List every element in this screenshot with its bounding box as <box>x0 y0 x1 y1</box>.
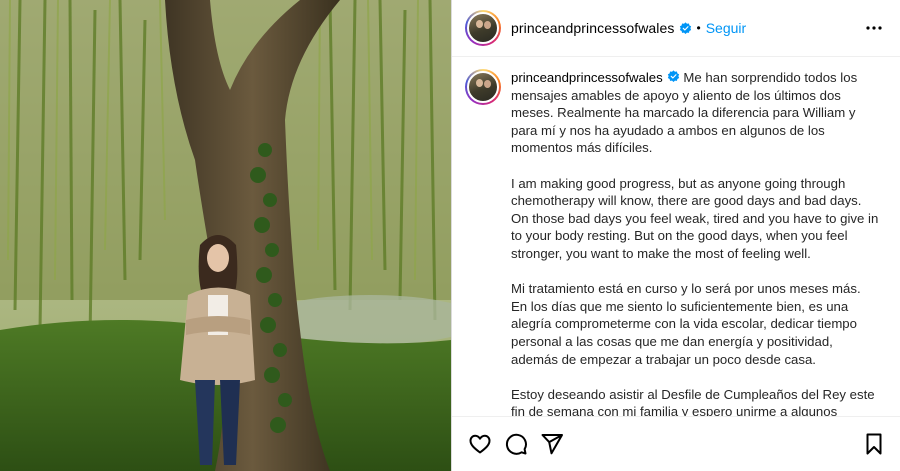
comment-icon[interactable] <box>504 432 528 456</box>
profile-avatar[interactable] <box>465 10 501 46</box>
heart-icon[interactable] <box>468 432 492 456</box>
avatar-image <box>467 12 499 44</box>
caption-paragraph: I am making good progress, but as anyone… <box>511 175 879 261</box>
follow-button[interactable]: Seguir <box>706 20 746 36</box>
post-header: princeandprincessofwales • Seguir <box>452 0 900 57</box>
caption-username[interactable]: princeandprincessofwales <box>511 70 663 85</box>
caption-paragraph: princeandprincessofwales Me han sorprend… <box>511 69 879 157</box>
more-options-icon[interactable] <box>862 16 886 40</box>
bookmark-icon[interactable] <box>862 432 886 456</box>
caption-paragraph: Estoy deseando asistir al Desfile de Cum… <box>511 386 875 416</box>
verified-badge-icon <box>679 21 692 35</box>
post-side-panel: princeandprincessofwales • Seguir prince… <box>451 0 900 471</box>
avatar-image <box>467 71 499 103</box>
username-link[interactable]: princeandprincessofwales <box>511 20 675 36</box>
photo-illustration <box>0 0 451 471</box>
caption-avatar[interactable] <box>465 69 501 105</box>
separator-dot: • <box>696 21 701 35</box>
share-icon[interactable] <box>540 432 564 456</box>
caption-paragraph: Mi tratamiento está en curso y lo será p… <box>511 281 861 367</box>
action-bar <box>452 416 900 471</box>
caption-area: princeandprincessofwales Me han sorprend… <box>452 57 900 416</box>
post-photo[interactable] <box>0 0 451 471</box>
verified-badge-icon <box>667 70 680 83</box>
caption-text: princeandprincessofwales Me han sorprend… <box>511 69 879 416</box>
instagram-post: princeandprincessofwales • Seguir prince… <box>0 0 900 471</box>
